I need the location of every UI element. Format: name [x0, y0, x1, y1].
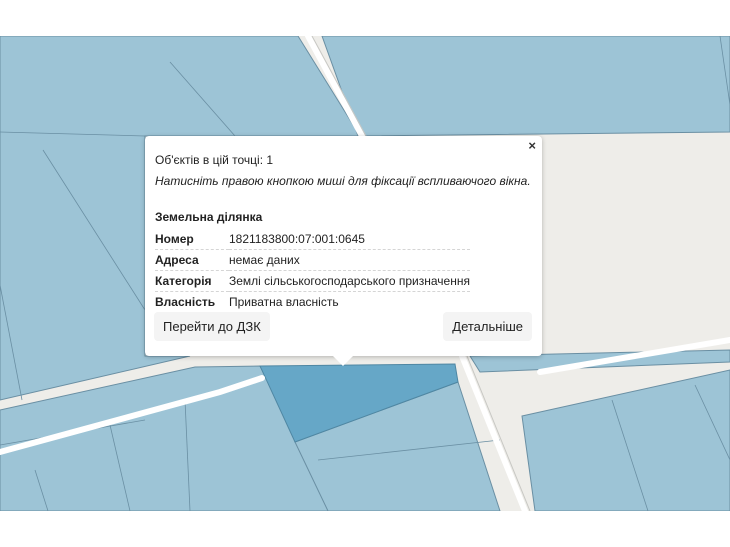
attribute-key: Власність [155, 295, 216, 309]
pin-popup-hint: Натисніть правою кнопкою миші для фіксац… [155, 174, 531, 188]
popup-tip [333, 356, 353, 366]
goto-dzk-button[interactable]: Перейти до ДЗК [154, 312, 270, 341]
parcel-attributes-table: Номер 1821183800:07:001:0645 Адреса нема… [155, 229, 470, 312]
attribute-row-address: Адреса немає даних [155, 249, 470, 271]
attribute-key: Категорія [155, 270, 229, 292]
feature-info-popup: × Об'єктів в цій точці: 1 Натисніть прав… [145, 136, 542, 366]
attribute-value: 1821183800:07:001:0645 [229, 229, 470, 250]
attribute-row-ownership: Власність Приватна власність [155, 292, 470, 313]
attribute-key: Адреса [155, 249, 229, 271]
attribute-key: Номер [155, 229, 229, 250]
close-popup-button[interactable]: × [528, 138, 536, 154]
parcel[interactable] [321, 36, 730, 137]
attribute-row-category: Категорія Землі сільськогосподарського п… [155, 270, 470, 292]
objects-count-text: Об'єктів в цій точці: 1 [155, 153, 274, 167]
attribute-value: Приватна власність [229, 295, 339, 309]
attribute-value: Землі сільськогосподарського призначення [229, 270, 470, 292]
section-title: Земельна ділянка [155, 210, 263, 224]
attribute-row-number: Номер 1821183800:07:001:0645 [155, 229, 470, 250]
attribute-value: немає даних [229, 249, 470, 271]
details-button[interactable]: Детальніше [443, 312, 532, 341]
popup-actions: Перейти до ДЗК Детальніше [154, 312, 532, 341]
